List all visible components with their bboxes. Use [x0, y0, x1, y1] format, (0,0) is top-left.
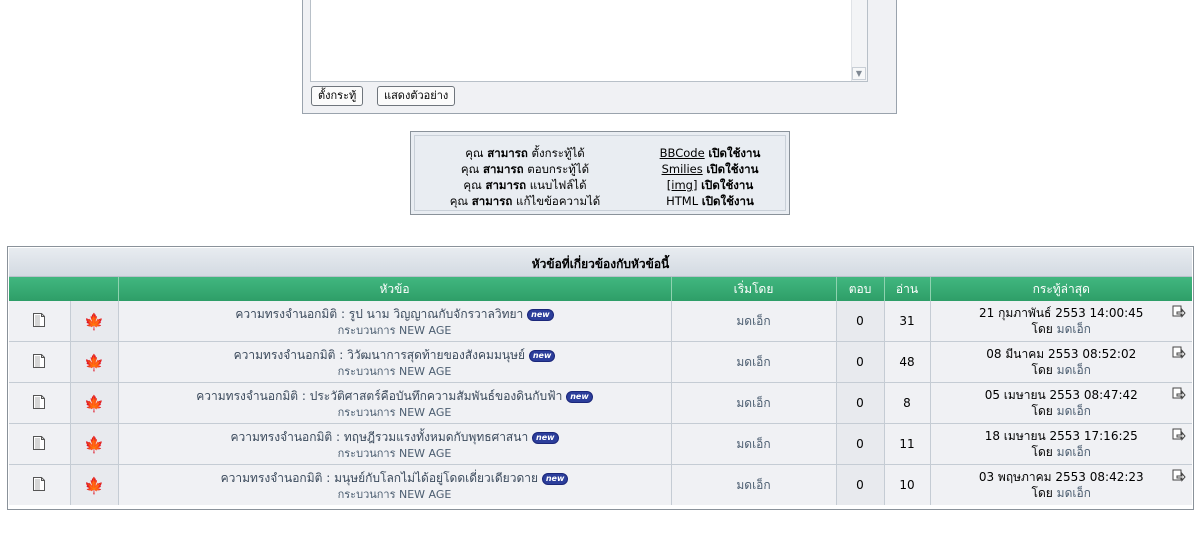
related-topics-table: หัวข้อ เริ่มโดย ตอบ อ่าน กระทู้ล่าสุด 🍁 …: [9, 277, 1192, 505]
views-count: 8: [884, 382, 931, 424]
new-badge[interactable]: new: [527, 308, 554, 321]
author-link[interactable]: มดเอ็ก: [736, 355, 770, 369]
replies-header: ตอบ: [836, 277, 885, 301]
author-link[interactable]: มดเอ็ก: [736, 396, 770, 410]
last-poster-link[interactable]: มดเอ็ก: [1057, 322, 1091, 336]
topic-link[interactable]: ความทรงจำนอกมิติ : ประวัติศาสตร์คือบันทึ…: [196, 389, 562, 403]
document-icon: [33, 435, 46, 450]
leaf-icon: 🍁: [84, 393, 104, 413]
table-row: 🍁 ความทรงจำนอกมิติ : วิวัฒนาการสุดท้ายขอ…: [9, 341, 1192, 383]
table-row: 🍁 ความทรงจำนอกมิติ : มนุษย์กับโลกไม่ได้อ…: [9, 464, 1192, 505]
leaf-icon: 🍁: [84, 311, 104, 331]
document-icon: [33, 476, 46, 491]
last-post-date: 21 กุมภาพันธ์ 2553 14:00:45: [979, 306, 1144, 320]
topic-link[interactable]: ความทรงจำนอกมิติ : วิวัฒนาการสุดท้ายของส…: [234, 348, 525, 362]
table-row: 🍁 ความทรงจำนอกมิติ : ประวัติศาสตร์คือบัน…: [9, 382, 1192, 424]
by-label: โดย: [1031, 486, 1053, 500]
leaf-icon: 🍁: [84, 434, 104, 454]
views-count: 11: [884, 423, 931, 465]
author-link[interactable]: มดเอ็ก: [736, 314, 770, 328]
forum-link[interactable]: กระบวนการ NEW AGE: [119, 447, 671, 460]
goto-last-post-icon[interactable]: [1172, 305, 1186, 319]
preview-button[interactable]: แสดงตัวอย่าง: [377, 86, 456, 106]
last-poster-link[interactable]: มดเอ็ก: [1057, 486, 1091, 500]
document-icon: [33, 312, 46, 327]
post-topic-button[interactable]: ตั้งกระทู้: [311, 86, 364, 106]
by-label: โดย: [1031, 363, 1053, 377]
by-label: โดย: [1031, 445, 1053, 459]
goto-last-post-icon[interactable]: [1172, 469, 1186, 483]
last-poster-link[interactable]: มดเอ็ก: [1057, 404, 1091, 418]
permission-row: คุณ สามารถ แก้ไขข้อความได้: [449, 194, 601, 208]
feature-row: [img] เปิดใช้งาน: [666, 178, 754, 192]
last-poster-link[interactable]: มดเอ็ก: [1057, 363, 1091, 377]
forum-link[interactable]: กระบวนการ NEW AGE: [119, 406, 671, 419]
author-link[interactable]: มดเอ็ก: [736, 437, 770, 451]
topic-link[interactable]: ความทรงจำนอกมิติ : รูป นาม วิญญาณกับจักร…: [235, 307, 523, 321]
user-permissions: คุณ สามารถ ตั้งกระทู้ได้ คุณ สามารถ ตอบก…: [415, 145, 635, 210]
goto-last-post-icon[interactable]: [1172, 387, 1186, 401]
leaf-icon: 🍁: [84, 475, 104, 495]
replies-count: 0: [836, 464, 885, 505]
permission-row: คุณ สามารถ แนบไฟล์ได้: [463, 178, 587, 192]
related-topics: หัวข้อที่เกี่ยวข้องกับหัวข้อนี้ หัวข้อ เ…: [7, 246, 1194, 510]
document-icon: [33, 353, 46, 368]
feature-row: HTML เปิดใช้งาน: [666, 194, 754, 208]
goto-last-post-icon[interactable]: [1172, 346, 1186, 360]
textarea-scrollbar[interactable]: ▼: [851, 0, 867, 81]
smilies-link[interactable]: Smilies: [662, 162, 703, 176]
permission-row: คุณ สามารถ ตอบกระทู้ได้: [460, 162, 590, 176]
new-badge[interactable]: new: [566, 390, 593, 403]
topic-header: หัวข้อ: [118, 277, 672, 301]
last-post-date: 03 พฤษภาคม 2553 08:42:23: [978, 470, 1144, 484]
table-row: 🍁 ความทรงจำนอกมิติ : รูป นาม วิญญาณกับจั…: [9, 301, 1192, 342]
permissions-box: คุณ สามารถ ตั้งกระทู้ได้ คุณ สามารถ ตอบก…: [410, 131, 790, 215]
author-link[interactable]: มดเอ็ก: [736, 478, 770, 492]
document-icon: [33, 394, 46, 409]
topic-link[interactable]: ความทรงจำนอกมิติ : มนุษย์กับโลกไม่ได้อยู…: [221, 471, 538, 485]
related-topics-title: หัวข้อที่เกี่ยวข้องกับหัวข้อนี้: [9, 248, 1192, 277]
last-post-date: 18 เมษายน 2553 17:16:25: [984, 429, 1138, 443]
goto-last-post-icon[interactable]: [1172, 428, 1186, 442]
replies-count: 0: [836, 382, 885, 424]
scroll-down-icon[interactable]: ▼: [852, 67, 866, 80]
views-count: 10: [884, 464, 931, 505]
started-by-header: เริ่มโดย: [671, 277, 837, 301]
last-post-header: กระทู้ล่าสุด: [930, 277, 1192, 301]
new-badge[interactable]: new: [541, 472, 569, 485]
topic-link[interactable]: ความทรงจำนอกมิติ : ทฤษฎีรวมแรงทั้งหมดกับ…: [230, 430, 528, 444]
feature-row: BBCode เปิดใช้งาน: [659, 146, 761, 160]
leaf-icon: 🍁: [84, 352, 104, 372]
replies-count: 0: [836, 301, 885, 342]
icon-header: [9, 277, 119, 301]
views-header: อ่าน: [884, 277, 931, 301]
views-count: 31: [884, 301, 931, 342]
last-post-date: 08 มีนาคม 2553 08:52:02: [986, 347, 1137, 361]
by-label: โดย: [1031, 322, 1053, 336]
new-badge[interactable]: new: [528, 349, 556, 362]
img-link[interactable]: [img]: [667, 178, 698, 192]
feature-status: BBCode เปิดใช้งาน Smilies เปิดใช้งาน [im…: [635, 145, 785, 210]
table-row: 🍁 ความทรงจำนอกมิติ : ทฤษฎีรวมแรงทั้งหมดก…: [9, 423, 1192, 465]
bbcode-link[interactable]: BBCode: [660, 146, 705, 160]
last-poster-link[interactable]: มดเอ็ก: [1057, 445, 1091, 459]
new-badge[interactable]: new: [532, 431, 559, 444]
feature-row: Smilies เปิดใช้งาน: [661, 162, 759, 176]
forum-link[interactable]: กระบวนการ NEW AGE: [119, 365, 671, 378]
forum-link[interactable]: กระบวนการ NEW AGE: [119, 324, 671, 337]
by-label: โดย: [1031, 404, 1053, 418]
forum-link[interactable]: กระบวนการ NEW AGE: [119, 488, 671, 501]
reply-form: ▼ ตั้งกระทู้ แสดงตัวอย่าง: [302, 0, 897, 114]
message-textarea[interactable]: ▼: [310, 0, 868, 82]
replies-count: 0: [836, 423, 885, 465]
permission-row: คุณ สามารถ ตั้งกระทู้ได้: [465, 146, 585, 160]
last-post-date: 05 เมษายน 2553 08:47:42: [984, 388, 1138, 402]
views-count: 48: [884, 341, 931, 383]
replies-count: 0: [836, 341, 885, 383]
